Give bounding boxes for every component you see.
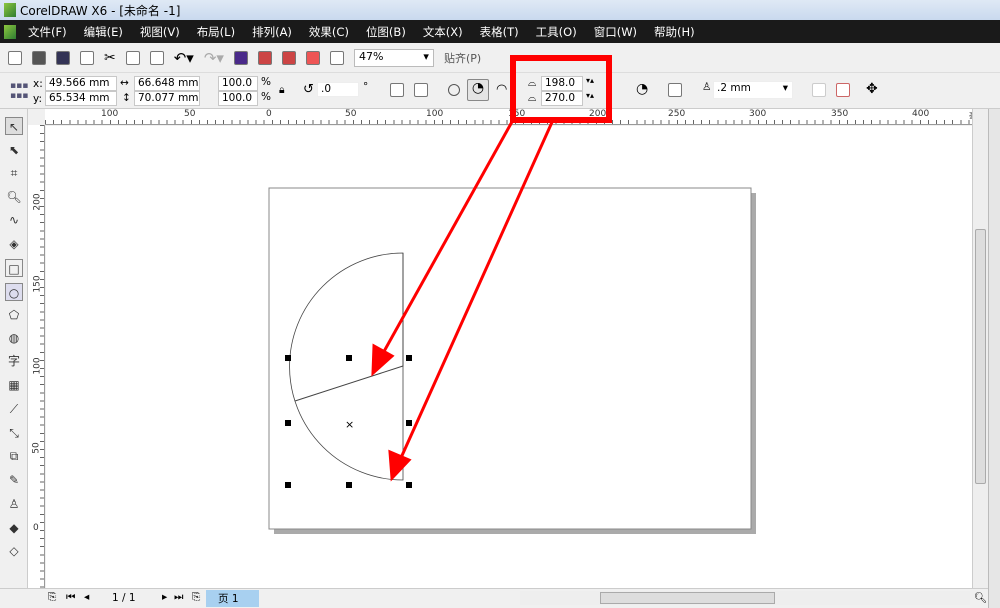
page-count: 1 / 1	[112, 592, 136, 604]
vertical-scrollbar[interactable]	[972, 109, 988, 589]
docker-panel[interactable]	[988, 109, 1000, 608]
page-tab[interactable]: 页 1	[206, 590, 259, 607]
add-page-icon[interactable]: ⎘	[48, 591, 56, 604]
first-page-icon[interactable]: ⏮	[66, 591, 75, 604]
drawing-overlay: ×	[268, 55, 756, 534]
page-navigator: ⎘ ⏮ ◂ 1 / 1 ▸ ⏭ ⎘ 页 1 🔍︎	[0, 588, 988, 608]
next-page-icon[interactable]: ▸	[162, 591, 167, 603]
add-page-end-icon[interactable]: ⎘	[192, 591, 200, 604]
scroll-thumb[interactable]	[600, 592, 775, 604]
zoom-navigator-icon[interactable]: 🔍︎	[974, 591, 987, 604]
center-mark-icon: ×	[345, 418, 354, 431]
horizontal-scrollbar[interactable]	[520, 591, 970, 605]
last-page-icon[interactable]: ⏭	[174, 591, 183, 604]
highlight-box	[510, 55, 612, 123]
scroll-thumb[interactable]	[975, 229, 986, 484]
prev-page-icon[interactable]: ◂	[84, 591, 89, 603]
page	[268, 187, 752, 530]
